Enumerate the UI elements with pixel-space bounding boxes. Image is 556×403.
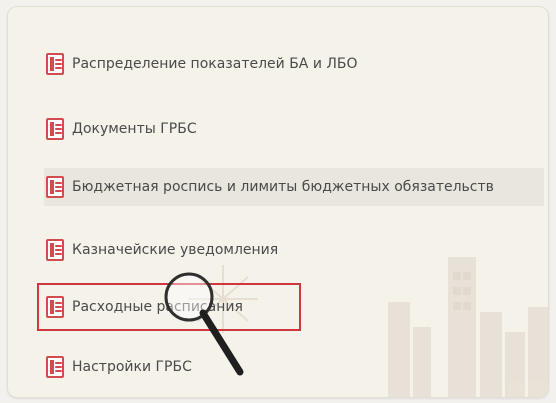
menu-item-label: Бюджетная роспись и лимиты бюджетных обя…	[72, 179, 494, 195]
menu-item-budget-schedule[interactable]: Бюджетная роспись и лимиты бюджетных обя…	[44, 168, 544, 206]
menu-list: Распределение показателей БА и ЛБО Докум…	[8, 7, 548, 397]
menu-item-label: Распределение показателей БА и ЛБО	[72, 56, 358, 72]
menu-item-label: Расходные расписания	[72, 299, 243, 315]
menu-panel: Распределение показателей БА и ЛБО Докум…	[7, 6, 549, 398]
menu-item-treasury-notices[interactable]: Казначейские уведомления	[44, 231, 288, 269]
menu-item-grbs-settings[interactable]: Настройки ГРБС	[44, 348, 202, 386]
document-icon	[46, 53, 64, 75]
document-icon	[46, 356, 64, 378]
document-icon	[46, 239, 64, 261]
menu-item-label: Документы ГРБС	[72, 121, 197, 137]
document-icon	[46, 176, 64, 198]
menu-item-grbs-documents[interactable]: Документы ГРБС	[44, 110, 207, 148]
menu-item-label: Казначейские уведомления	[72, 242, 279, 258]
menu-item-label: Настройки ГРБС	[72, 359, 192, 375]
menu-item-distribution-ba-lbo[interactable]: Распределение показателей БА и ЛБО	[44, 45, 368, 83]
document-icon	[46, 118, 64, 140]
menu-item-expense-schedules[interactable]: Расходные расписания	[44, 288, 253, 326]
document-icon	[46, 296, 64, 318]
